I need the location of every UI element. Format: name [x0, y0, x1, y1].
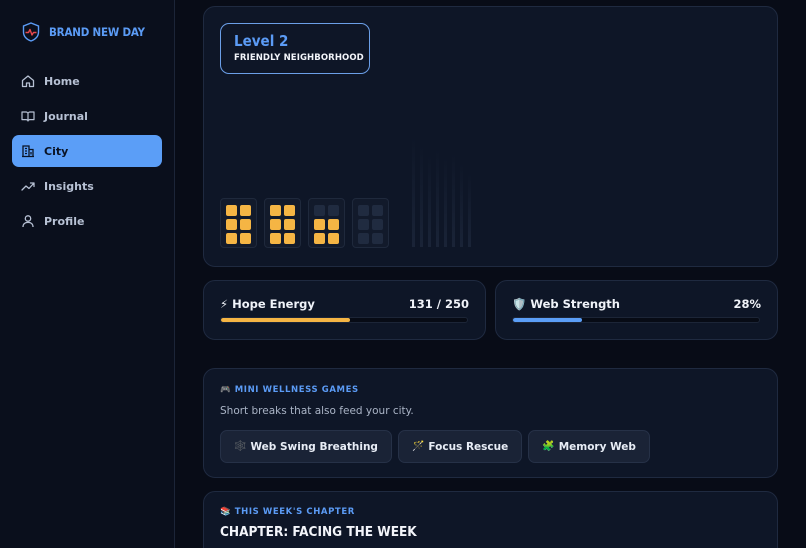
web-strength-fill [513, 318, 582, 322]
building-window [240, 205, 251, 216]
building-window [328, 219, 339, 230]
heartbeat-shield-icon [22, 22, 40, 42]
sidebar-nav: Home Journal City Insights Profile [12, 65, 162, 240]
skyline-shadow [412, 137, 415, 247]
building-window [372, 219, 383, 230]
game-label: Memory Web [558, 440, 636, 453]
sidebar-item-profile[interactable]: Profile [12, 205, 162, 237]
chapter-title: CHAPTER: FACING THE WEEK [220, 524, 417, 540]
web-strength-card: 🛡️ Web Strength 28% [495, 280, 778, 340]
home-icon [21, 75, 35, 88]
web-strength-value: 28% [733, 297, 761, 311]
building-window [270, 205, 281, 216]
sidebar-item-home[interactable]: Home [12, 65, 162, 97]
mini-games-heading: 🎮 MINI WELLNESS GAMES [220, 385, 359, 395]
game-label: Focus Rescue [428, 440, 509, 453]
building-window [284, 233, 295, 244]
chapter-heading: 📚 THIS WEEK'S CHAPTER [220, 507, 355, 517]
hope-energy-card: ⚡ Hope Energy 131 / 250 [203, 280, 486, 340]
sidebar-item-city[interactable]: City [12, 135, 162, 167]
skyline-shadow [444, 157, 447, 247]
building-window [226, 219, 237, 230]
skyline-shadow [436, 149, 439, 247]
web-strength-progress [512, 317, 760, 323]
mini-games-list: 🕸️ Web Swing Breathing 🪄 Focus Rescue 🧩 … [220, 430, 656, 463]
building-1 [220, 198, 257, 248]
sidebar-item-label: Journal [44, 109, 88, 123]
building-window [358, 219, 369, 230]
building-window [314, 233, 325, 244]
sidebar-item-label: Home [44, 74, 80, 88]
puzzle-icon: 🧩 [542, 441, 555, 452]
building-window [270, 233, 281, 244]
building-window [284, 205, 295, 216]
skyline-shadow [460, 163, 463, 247]
brand[interactable]: BRAND NEW DAY [22, 22, 145, 42]
game-focus-rescue-button[interactable]: 🪄 Focus Rescue [397, 430, 523, 463]
skyline-shadow [420, 145, 423, 247]
building-window [328, 205, 339, 216]
building-window [314, 205, 325, 216]
building-window [358, 205, 369, 216]
buildings-icon [22, 145, 34, 158]
building-window [372, 205, 383, 216]
sidebar-item-label: Insights [44, 179, 94, 193]
sidebar-item-journal[interactable]: Journal [12, 100, 162, 132]
sidebar-item-label: City [44, 144, 69, 158]
game-label: Web Swing Breathing [250, 440, 378, 453]
building-4 [352, 198, 389, 248]
building-window [240, 233, 251, 244]
hope-energy-progress [220, 317, 468, 323]
building-3 [308, 198, 345, 248]
brand-name: BRAND NEW DAY [49, 25, 145, 39]
building-window [226, 233, 237, 244]
trending-up-icon [21, 182, 35, 191]
hope-energy-label: ⚡ Hope Energy [220, 297, 315, 311]
building-window [284, 219, 295, 230]
mini-games-panel: 🎮 MINI WELLNESS GAMES Short breaks that … [203, 368, 778, 478]
building-window [328, 233, 339, 244]
sidebar-item-insights[interactable]: Insights [12, 170, 162, 202]
city-panel: Level 2 FRIENDLY NEIGHBORHOOD [203, 6, 778, 267]
level-badge: Level 2 FRIENDLY NEIGHBORHOOD [220, 23, 370, 74]
spider-web-icon: 🕸️ [234, 441, 247, 452]
magic-wand-icon: 🪄 [411, 441, 425, 452]
hope-energy-value: 131 / 250 [408, 297, 469, 311]
sidebar: BRAND NEW DAY Home Journal City Insights [0, 0, 175, 548]
sidebar-item-label: Profile [44, 214, 85, 228]
skyline-shadow [468, 173, 471, 247]
skyline-shadow [452, 153, 455, 247]
building-window [358, 233, 369, 244]
building-window [372, 233, 383, 244]
building-window [270, 219, 281, 230]
app-root: BRAND NEW DAY Home Journal City Insights [0, 0, 806, 548]
building-2 [264, 198, 301, 248]
game-memory-web-button[interactable]: 🧩 Memory Web [528, 430, 650, 463]
level-subtitle: FRIENDLY NEIGHBORHOOD [234, 53, 364, 63]
level-title: Level 2 [234, 32, 289, 50]
user-icon [22, 215, 34, 228]
book-icon [21, 111, 35, 122]
skyline-shadow [428, 155, 431, 247]
game-web-swing-breathing-button[interactable]: 🕸️ Web Swing Breathing [220, 430, 392, 463]
hope-energy-fill [221, 318, 350, 322]
building-window [240, 219, 251, 230]
buildings-row [220, 198, 396, 248]
building-window [314, 219, 325, 230]
web-strength-label: 🛡️ Web Strength [512, 297, 620, 311]
chapter-panel: 📚 THIS WEEK'S CHAPTER CHAPTER: FACING TH… [203, 491, 778, 548]
building-window [226, 205, 237, 216]
mini-games-description: Short breaks that also feed your city. [220, 405, 414, 417]
